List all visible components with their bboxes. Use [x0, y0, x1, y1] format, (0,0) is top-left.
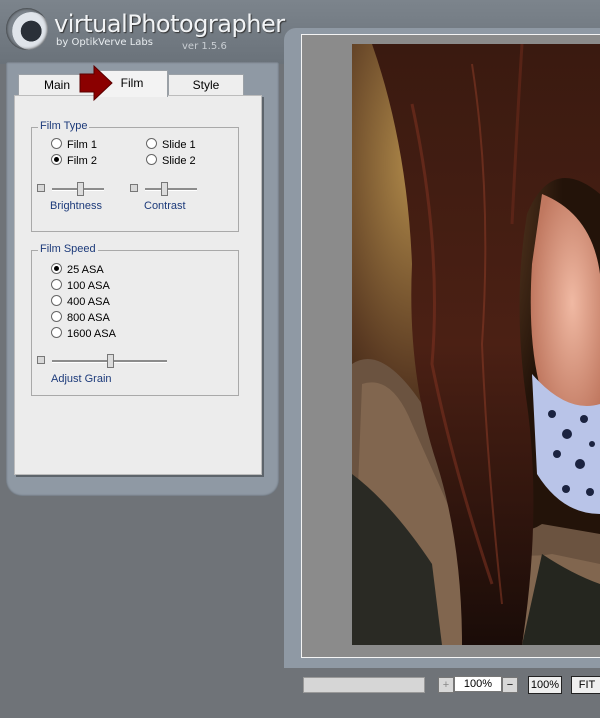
speed-1600-radio[interactable]: 1600 ASA	[51, 327, 116, 341]
radio-icon	[51, 138, 62, 149]
radio-icon	[51, 327, 62, 338]
radio-icon	[146, 138, 157, 149]
film-2-radio[interactable]: Film 2	[51, 154, 97, 168]
radio-icon	[51, 311, 62, 322]
brightness-label: Brightness	[50, 200, 102, 212]
brightness-reset-button[interactable]	[37, 184, 45, 192]
speed-400-radio[interactable]: 400 ASA	[51, 295, 110, 309]
radio-selected-icon	[51, 263, 62, 274]
grain-reset-button[interactable]	[37, 356, 45, 364]
speed-100-label: 100 ASA	[67, 280, 110, 292]
brightness-slider-thumb[interactable]	[77, 182, 84, 196]
app-byline: by OptikVerve Labs	[56, 37, 153, 48]
speed-400-label: 400 ASA	[67, 296, 110, 308]
slide-1-label: Slide 1	[162, 139, 196, 151]
active-tab-arrow-icon	[79, 64, 113, 102]
contrast-reset-button[interactable]	[130, 184, 138, 192]
grain-slider-thumb[interactable]	[107, 354, 114, 368]
app-title: virtualPhotographer	[54, 10, 285, 38]
film-speed-title: Film Speed	[38, 243, 98, 255]
speed-100-radio[interactable]: 100 ASA	[51, 279, 110, 293]
film-type-title: Film Type	[38, 120, 90, 132]
speed-800-radio[interactable]: 800 ASA	[51, 311, 110, 325]
progress-bar	[303, 677, 425, 693]
zoom-level-field[interactable]: 100%	[454, 676, 502, 692]
film-speed-group: Film Speed 25 ASA 100 ASA 400 ASA 800 AS…	[31, 243, 239, 396]
photo-preview[interactable]	[352, 44, 600, 645]
app-version: ver 1.5.6	[182, 41, 227, 52]
tab-style[interactable]: Style	[168, 74, 244, 95]
film-1-label: Film 1	[67, 139, 97, 151]
radio-icon	[51, 279, 62, 290]
contrast-label: Contrast	[144, 200, 186, 212]
speed-25-label: 25 ASA	[67, 264, 104, 276]
radio-icon	[51, 295, 62, 306]
radio-selected-icon	[51, 154, 62, 165]
film-tab-panel: Film Type Film 1 Slide 1 Film 2 Slide 2 …	[14, 95, 262, 475]
grain-label: Adjust Grain	[51, 373, 112, 385]
contrast-slider-thumb[interactable]	[161, 182, 168, 196]
slide-2-radio[interactable]: Slide 2	[146, 154, 196, 168]
fit-button[interactable]: FIT	[571, 676, 600, 694]
slide-1-radio[interactable]: Slide 1	[146, 138, 196, 152]
radio-icon	[146, 154, 157, 165]
slide-2-label: Slide 2	[162, 155, 196, 167]
film-2-label: Film 2	[67, 155, 97, 167]
app-logo-icon	[6, 8, 48, 50]
film-1-radio[interactable]: Film 1	[51, 138, 97, 152]
speed-25-radio[interactable]: 25 ASA	[51, 263, 104, 277]
speed-800-label: 800 ASA	[67, 312, 110, 324]
zoom-out-button[interactable]: −	[502, 677, 518, 693]
speed-1600-label: 1600 ASA	[67, 328, 116, 340]
actual-size-button[interactable]: 100%	[528, 676, 562, 694]
film-type-group: Film Type Film 1 Slide 1 Film 2 Slide 2 …	[31, 120, 239, 232]
contrast-slider-track[interactable]	[145, 188, 197, 191]
zoom-in-button[interactable]: +	[438, 677, 454, 693]
